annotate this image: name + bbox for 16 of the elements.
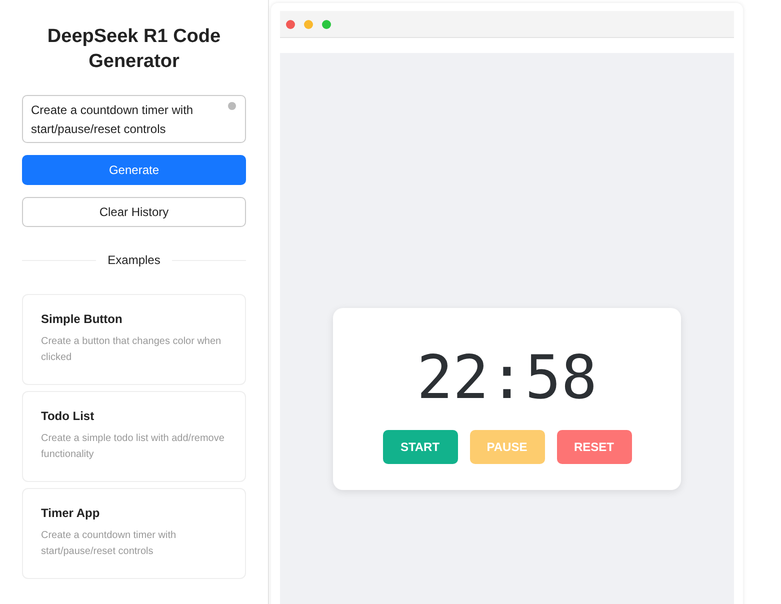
generate-button[interactable]: Generate [22, 155, 246, 185]
example-description: Create a countdown timer with start/pause/reset controls [41, 529, 178, 559]
examples-heading: Examples [108, 253, 160, 267]
example-title: Simple Button [41, 312, 124, 326]
example-card[interactable]: Timer App Create a countdown timer with start/pause/reset controls [22, 488, 246, 579]
timer-display: 22:58 [416, 342, 598, 415]
example-title: Todo List [41, 409, 96, 423]
example-description: Create a button that changes color when clicked [41, 335, 222, 365]
clear-history-button[interactable]: Clear History [22, 197, 246, 227]
prompt-field[interactable]: Create a countdown timer with start/pause/reset controls [22, 95, 246, 143]
app-title: DeepSeek R1 Code Generator [46, 25, 222, 74]
clear-icon[interactable] [228, 102, 236, 110]
example-card[interactable]: Simple Button Create a button that changes color when clicked [22, 294, 246, 385]
example-description: Create a simple todo list with add/remove functionality [41, 432, 226, 462]
example-card[interactable]: Todo List Create a simple todo list with add/remove functionality [22, 391, 246, 482]
example-title: Timer App [41, 506, 101, 520]
